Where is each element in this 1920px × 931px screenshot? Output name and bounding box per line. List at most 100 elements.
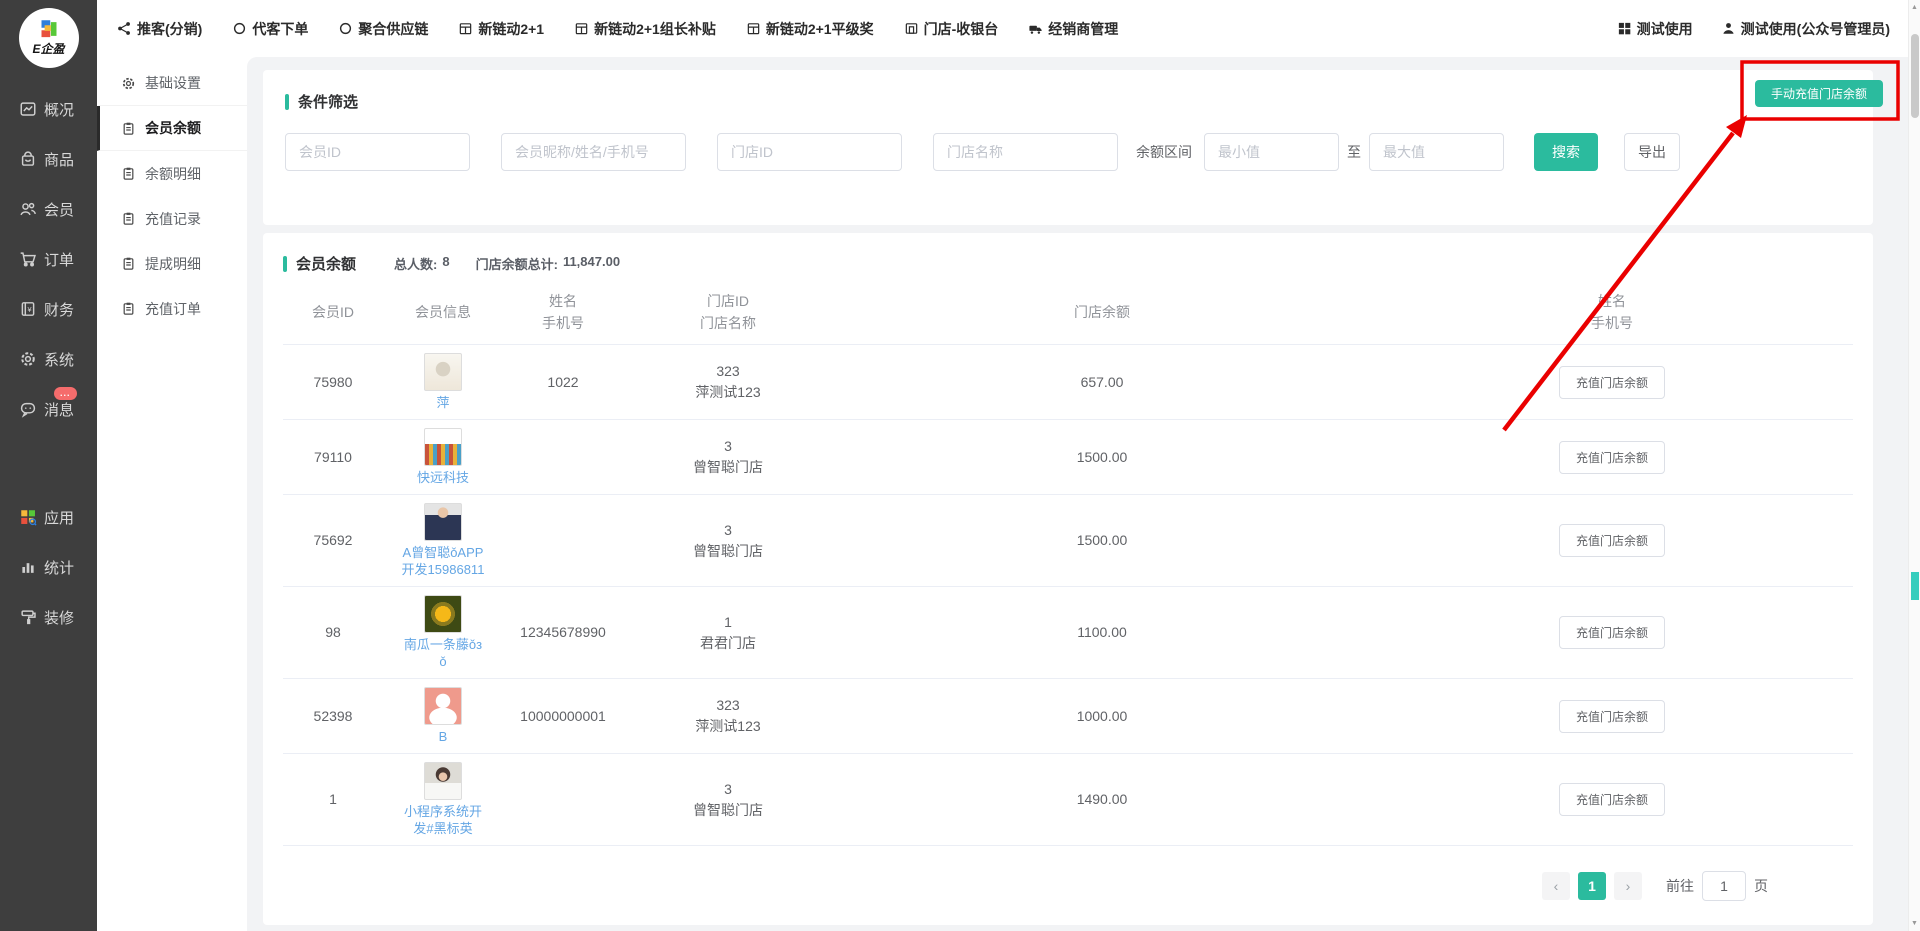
member-avatar[interactable]: [424, 762, 462, 800]
recharge-store-balance-button[interactable]: 充值门店余额: [1559, 524, 1665, 557]
primary-sidebar: E企盈 概况商品会员订单财务系统消息... 应用统计装修: [0, 0, 97, 931]
scrollbar[interactable]: ▲ ▼: [1908, 0, 1920, 931]
sidebar-item-decoration[interactable]: 装修: [0, 592, 97, 642]
cell-store-balance: 657.00: [833, 372, 1371, 393]
column-header-line: 门店名称: [700, 312, 756, 334]
sidebar-item-label: 系统: [44, 349, 74, 370]
bars-icon: [19, 558, 37, 576]
page-1-button[interactable]: 1: [1578, 872, 1606, 900]
goto-label: 前往: [1666, 876, 1694, 896]
topnav-item-label: 测试使用: [1637, 19, 1693, 39]
title-accent-bar: [283, 256, 287, 272]
recharge-store-balance-button[interactable]: 充值门店余额: [1559, 366, 1665, 399]
member-id: 79110: [314, 447, 352, 468]
secondary-item-label: 余额明细: [145, 164, 201, 184]
cell-store-balance: 1500.00: [833, 530, 1371, 551]
member-nickname-link[interactable]: 小程序系统开发#黑标英: [399, 803, 487, 837]
topnav-item-order-for-guest[interactable]: 代客下单: [232, 19, 308, 39]
sidebar-item-statistics[interactable]: 统计: [0, 542, 97, 592]
clipboard-icon: [121, 121, 136, 136]
sidebar-item-label: 商品: [44, 149, 74, 170]
table-row: 52398B10000000001323萍测试1231000.00充值门店余额: [283, 679, 1853, 754]
member-nickname-link[interactable]: 南瓜一条藤ǒз ǒ: [399, 636, 487, 670]
recharge-store-balance-button[interactable]: 充值门店余额: [1559, 783, 1665, 816]
content-area: 条件筛选 余额区间至搜索导出 会员余额 总人数:8 门店余额总计:11,847.…: [247, 57, 1908, 931]
secondary-item-basic-settings[interactable]: 基础设置: [97, 61, 247, 106]
scrollbar-thumb[interactable]: [1911, 34, 1919, 118]
secondary-item-balance-detail[interactable]: 余额明细: [97, 151, 247, 196]
topnav-item-liandong-leader-subsidy[interactable]: 新链动2+1组长补贴: [574, 19, 716, 39]
member-keyword-input[interactable]: [501, 133, 686, 171]
table-head-row: 会员余额 总人数:8 门店余额总计:11,847.00: [283, 253, 1853, 274]
topnav-item-store-cashier[interactable]: 门店-收银台: [904, 19, 999, 39]
store-name-input[interactable]: [933, 133, 1118, 171]
recharge-store-balance-button[interactable]: 充值门店余额: [1559, 700, 1665, 733]
member-nickname-link[interactable]: 快远科技: [417, 469, 469, 486]
sidebar-item-goods[interactable]: 商品: [0, 134, 97, 184]
member-avatar[interactable]: [424, 428, 462, 466]
topnav-item-label: 经销商管理: [1048, 19, 1118, 39]
topnav-item-label: 聚合供应链: [358, 19, 428, 39]
prev-page-button[interactable]: ‹: [1542, 872, 1570, 900]
sidebar-item-members[interactable]: 会员: [0, 184, 97, 234]
cell-action: 充值门店余额: [1371, 616, 1853, 649]
topnav-item-liandong-peer-award[interactable]: 新链动2+1平级奖: [746, 19, 874, 39]
goto-page-group: 前往 页: [1666, 871, 1768, 901]
recharge-store-balance-button[interactable]: 充值门店余额: [1559, 441, 1665, 474]
cell-store: 3曾智聪门店: [623, 779, 833, 821]
store-name: 萍测试123: [695, 382, 760, 403]
page-unit-label: 页: [1754, 876, 1768, 896]
member-avatar[interactable]: [424, 687, 462, 725]
scroll-up-arrow-icon[interactable]: ▲: [1909, 4, 1920, 11]
secondary-item-recharge-records[interactable]: 充值记录: [97, 196, 247, 241]
sidebar-item-label: 会员: [44, 199, 74, 220]
primary-menu-lower: 应用统计装修: [0, 492, 97, 642]
member-avatar[interactable]: [424, 595, 462, 633]
sidebar-item-label: 应用: [44, 507, 74, 528]
member-nickname-link[interactable]: A曾智聪ǒAPP开发15986811: [399, 544, 487, 578]
search-button[interactable]: 搜索: [1534, 133, 1598, 171]
topnav-item-dealer-management[interactable]: 经销商管理: [1028, 19, 1118, 39]
goto-page-input[interactable]: [1702, 871, 1746, 901]
topnav-item-tuike-distribution[interactable]: 推客(分销): [117, 19, 202, 39]
sidebar-item-orders[interactable]: 订单: [0, 234, 97, 284]
store-balance: 1500.00: [1077, 447, 1128, 468]
store-balance: 1490.00: [1077, 789, 1128, 810]
sidebar-item-system[interactable]: 系统: [0, 334, 97, 384]
topnav-item-test-use[interactable]: 测试使用: [1617, 19, 1693, 39]
member-nickname-link[interactable]: 萍: [436, 394, 449, 411]
sidebar-item-overview[interactable]: 概况: [0, 84, 97, 134]
table-row: 75692A曾智聪ǒAPP开发159868113曾智聪门店1500.00充值门店…: [283, 495, 1853, 587]
store-id-input[interactable]: [717, 133, 902, 171]
cell-member-id: 79110: [283, 447, 383, 468]
member-avatar[interactable]: [424, 353, 462, 391]
manual-recharge-store-balance-button[interactable]: 手动充值门店余额: [1755, 80, 1883, 107]
topnav-item-supply-chain[interactable]: 聚合供应链: [338, 19, 428, 39]
min-balance-input[interactable]: [1204, 133, 1339, 171]
balance-range-label: 余额区间: [1136, 142, 1192, 162]
brand-logo[interactable]: E企盈: [19, 8, 79, 68]
member-avatar[interactable]: [424, 503, 462, 541]
table-summary: 总人数:8 门店余额总计:11,847.00: [394, 254, 620, 273]
secondary-item-recharge-orders[interactable]: 充值订单: [97, 286, 247, 331]
cell-member-info: A曾智聪ǒAPP开发15986811: [383, 503, 503, 578]
cell-action: 充值门店余额: [1371, 700, 1853, 733]
export-button[interactable]: 导出: [1624, 133, 1680, 171]
table-body: 75980萍1022323萍测试123657.00充值门店余额79110快远科技…: [283, 345, 1853, 856]
secondary-item-commission-detail[interactable]: 提成明细: [97, 241, 247, 286]
recharge-store-balance-button[interactable]: 充值门店余额: [1559, 616, 1665, 649]
member-nickname-link[interactable]: B: [439, 728, 448, 745]
next-page-button[interactable]: ›: [1614, 872, 1642, 900]
apps-icon: [1617, 21, 1632, 36]
cell-member-id: 1: [283, 789, 383, 810]
sidebar-item-messages[interactable]: 消息...: [0, 384, 97, 434]
circle-icon: [232, 21, 247, 36]
scroll-down-arrow-icon[interactable]: ▼: [1909, 920, 1920, 927]
secondary-item-member-balance[interactable]: 会员余额: [97, 106, 247, 151]
max-balance-input[interactable]: [1369, 133, 1504, 171]
sidebar-item-finance[interactable]: 财务: [0, 284, 97, 334]
topnav-item-test-use-admin[interactable]: 测试使用(公众号管理员): [1721, 19, 1890, 39]
sidebar-item-apps[interactable]: 应用: [0, 492, 97, 542]
member-id-input[interactable]: [285, 133, 470, 171]
topnav-item-liandong-2plus1[interactable]: 新链动2+1: [458, 19, 544, 39]
